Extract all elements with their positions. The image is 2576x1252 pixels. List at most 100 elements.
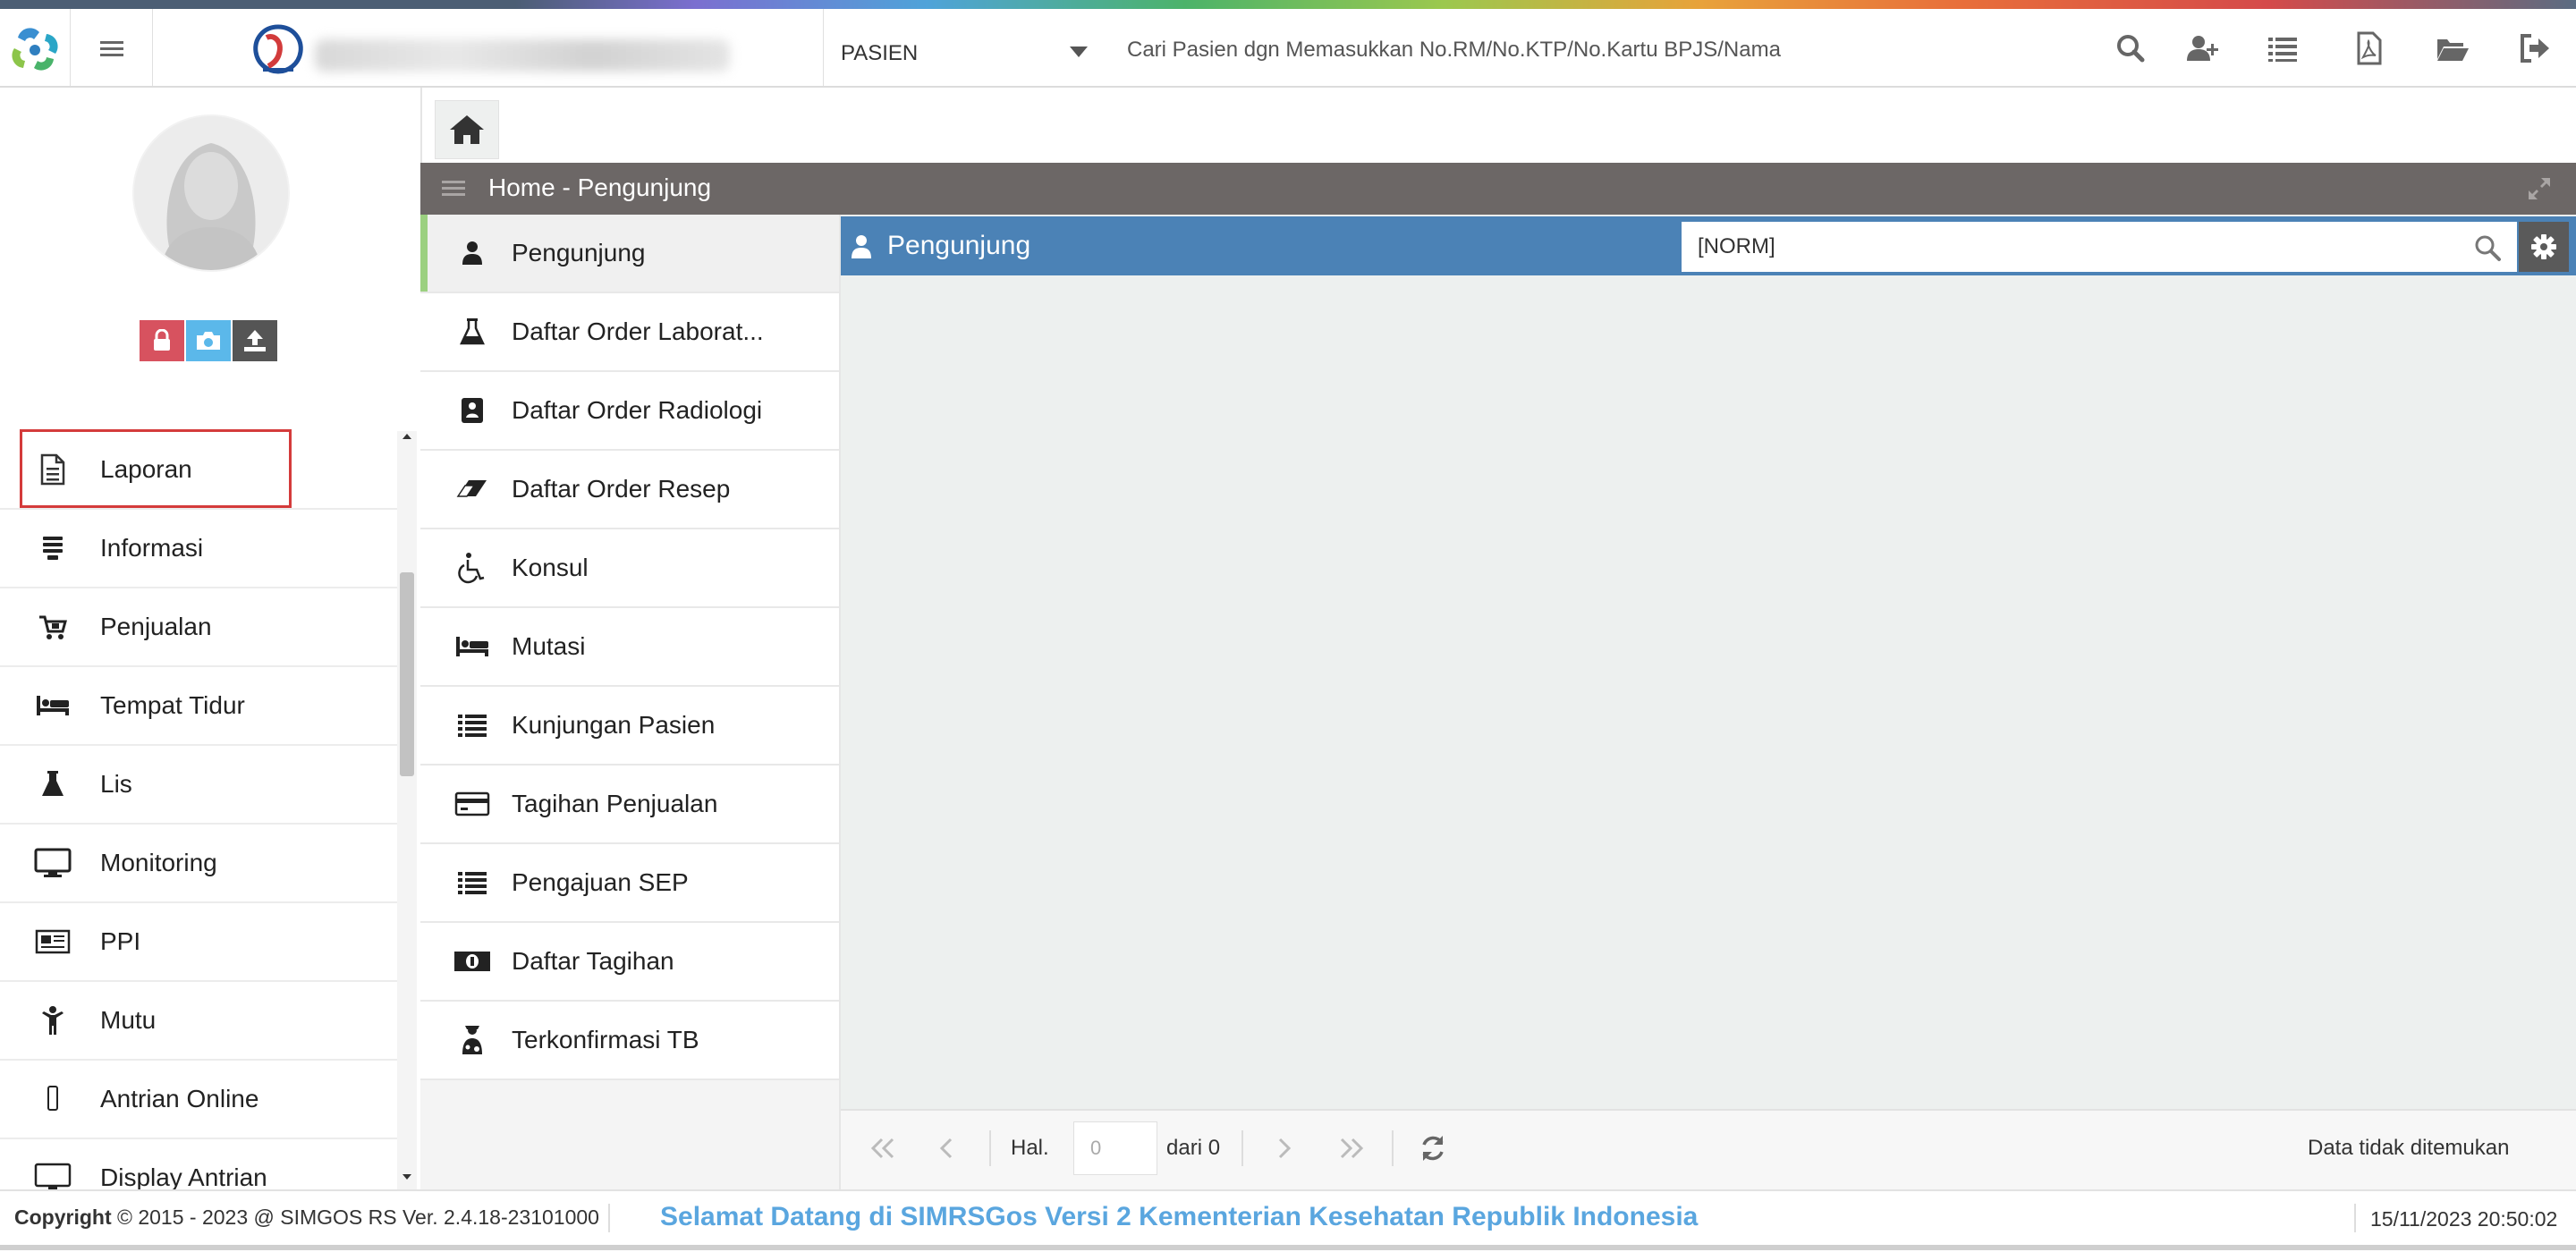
sidebar-item-label: Monitoring (100, 849, 217, 876)
submenu-item-konsul[interactable]: Konsul (420, 529, 839, 608)
footer-datetime: 15/11/2023 20:50:02 (2370, 1207, 2558, 1231)
sidebar-item-label: Antrian Online (100, 1085, 259, 1112)
eraser-icon (445, 477, 499, 502)
submenu-list: Pengunjung Daftar Order Laborat... Dafta… (420, 215, 839, 1080)
submenu-item-mutasi[interactable]: Mutasi (420, 608, 839, 687)
submenu-item-daftar-tagihan[interactable]: Daftar Tagihan (420, 923, 839, 1002)
norm-filter-input[interactable] (1682, 222, 2517, 272)
first-page-icon[interactable] (868, 1130, 900, 1166)
upload-icon[interactable] (233, 320, 277, 361)
cart-icon (25, 613, 80, 640)
sidebar-item-tempat-tidur[interactable]: Tempat Tidur (0, 667, 397, 746)
folder-open-icon[interactable] (2435, 30, 2470, 66)
copyright-icon: © (117, 1205, 132, 1229)
submenu-item-label: Pengajuan SEP (512, 868, 689, 896)
sidebar-item-monitoring[interactable]: Monitoring (0, 825, 397, 903)
search-icon[interactable] (2113, 30, 2148, 66)
bed-icon (25, 694, 80, 717)
submenu-item-pengajuan-sep[interactable]: Pengajuan SEP (420, 844, 839, 923)
submenu-item-label: Tagihan Penjualan (512, 790, 718, 817)
submenu-item-label: Pengunjung (512, 239, 646, 266)
caret-down-icon (1070, 47, 1088, 57)
pager-separator (989, 1130, 991, 1166)
copyright-label: Copyright (14, 1205, 112, 1229)
sidebar-item-label: Informasi (100, 534, 204, 562)
logout-icon[interactable] (2517, 30, 2553, 66)
sidebar-item-label: Penjualan (100, 613, 212, 640)
mobile-icon (25, 1085, 80, 1113)
submenu-item-kunjungan-pasien[interactable]: Kunjungan Pasien (420, 687, 839, 766)
submenu-item-label: Konsul (512, 554, 589, 581)
sidebar-scrollbar[interactable] (397, 431, 417, 1189)
xray-icon (445, 396, 499, 425)
desktop-icon (25, 1163, 80, 1193)
home-tab-button[interactable] (435, 100, 499, 159)
sidebar-scrollbar-thumb[interactable] (400, 572, 414, 776)
refresh-icon[interactable] (1417, 1130, 1449, 1166)
submenu-item-label: Mutasi (512, 632, 586, 660)
info-list-icon (25, 535, 80, 562)
patient-search-input[interactable] (1111, 23, 2077, 77)
bed-icon (445, 635, 499, 658)
sidebar-item-laporan[interactable]: Laporan (0, 431, 397, 510)
footer-separator (2354, 1204, 2356, 1232)
document-icon (25, 453, 80, 486)
sidebar-item-penjualan[interactable]: Penjualan (0, 588, 397, 667)
sidebar-item-label: Laporan (100, 455, 192, 483)
sidebar-item-label: Lis (100, 770, 132, 798)
expand-icon[interactable] (2526, 175, 2553, 202)
submenu-item-label: Daftar Order Radiologi (512, 396, 763, 424)
submenu-item-daftar-order-laboratorium[interactable]: Daftar Order Laborat... (420, 293, 839, 372)
submenu-item-daftar-order-resep[interactable]: Daftar Order Resep (420, 451, 839, 529)
panel-menu-icon[interactable] (440, 177, 467, 200)
top-accent-stripe (0, 0, 2576, 9)
scroll-down-icon[interactable] (397, 1170, 417, 1184)
pager-separator (1241, 1130, 1243, 1166)
sidebar-item-antrian-online[interactable]: Antrian Online (0, 1061, 397, 1139)
pdf-icon[interactable] (2351, 30, 2386, 66)
submenu-item-label: Daftar Order Resep (512, 475, 731, 503)
submenu-item-pengunjung[interactable]: Pengunjung (420, 215, 839, 293)
submenu-item-terkonfirmasi-tb[interactable]: Terkonfirmasi TB (420, 1002, 839, 1080)
copyright-text: Copyright © 2015 - 2023 @ SIMGOS RS Ver.… (14, 1205, 599, 1230)
content-title: Pengunjung (887, 231, 1031, 260)
sidebar-item-informasi[interactable]: Informasi (0, 510, 397, 588)
list-icon (445, 870, 499, 895)
prev-page-icon[interactable] (934, 1130, 961, 1166)
sidebar-item-label: Tempat Tidur (100, 691, 245, 719)
submenu-item-label: Kunjungan Pasien (512, 711, 716, 739)
lock-icon[interactable] (140, 320, 184, 361)
last-page-icon[interactable] (1335, 1130, 1367, 1166)
hospital-logo (247, 21, 309, 77)
sidebar-item-lis[interactable]: Lis (0, 746, 397, 825)
add-user-icon[interactable] (2184, 30, 2220, 66)
patient-icon (445, 1024, 499, 1056)
camera-icon[interactable] (186, 320, 231, 361)
user-icon (852, 235, 871, 258)
app-logo[interactable] (0, 9, 71, 86)
submenu-item-daftar-order-radiologi[interactable]: Daftar Order Radiologi (420, 372, 839, 451)
user-avatar[interactable] (132, 114, 290, 272)
settings-button[interactable] (2519, 222, 2569, 272)
avatar-actions (140, 320, 279, 361)
page-number-input[interactable] (1073, 1121, 1157, 1175)
gear-icon (2531, 234, 2556, 259)
menu-toggle-button[interactable] (70, 9, 153, 86)
scroll-up-icon[interactable] (397, 429, 417, 444)
sidebar-item-ppi[interactable]: PPI (0, 903, 397, 982)
copyright-version: 2015 - 2023 @ SIMGOS RS Ver. 2.4.18-2310… (138, 1205, 599, 1229)
panel-title: Home - Pengunjung (488, 173, 712, 201)
list-icon[interactable] (2265, 30, 2301, 66)
pager-separator (1392, 1130, 1394, 1166)
submenu-item-label: Daftar Order Laborat... (512, 317, 764, 345)
submenu-item-label: Terkonfirmasi TB (512, 1026, 699, 1053)
hospital-name-blurred (315, 39, 730, 72)
monitor-icon (25, 848, 80, 878)
next-page-icon[interactable] (1270, 1130, 1297, 1166)
credit-card-icon (445, 791, 499, 817)
submenu-item-tagihan-penjualan[interactable]: Tagihan Penjualan (420, 766, 839, 844)
sidebar-item-label: PPI (100, 927, 141, 955)
sidebar-item-mutu[interactable]: Mutu (0, 982, 397, 1061)
search-icon[interactable] (2472, 233, 2503, 263)
sidebar-item-label: Display Antrian (100, 1163, 267, 1191)
